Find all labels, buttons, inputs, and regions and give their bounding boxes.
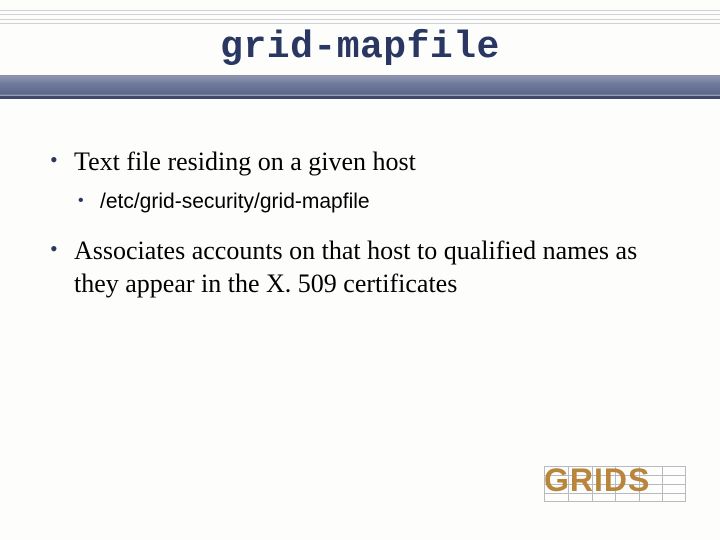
slide-body: Text file residing on a given host /etc/… [0, 99, 720, 300]
bullet-text: Associates accounts on that host to qual… [74, 236, 637, 298]
bullet-item: Associates accounts on that host to qual… [46, 234, 674, 301]
logo-text: GRIDS [544, 462, 686, 499]
bullet-text: Text file residing on a given host [74, 147, 416, 176]
grids-logo: GRIDS [544, 462, 686, 506]
title-band [0, 75, 720, 99]
sub-bullet-item: /etc/grid-security/grid-mapfile [74, 188, 674, 215]
bullet-item: Text file residing on a given host /etc/… [46, 145, 674, 216]
title-area: grid-mapfile [0, 0, 720, 99]
title-top-rules [0, 10, 720, 24]
slide-title: grid-mapfile [0, 24, 720, 75]
sub-bullet-text: /etc/grid-security/grid-mapfile [100, 190, 370, 213]
